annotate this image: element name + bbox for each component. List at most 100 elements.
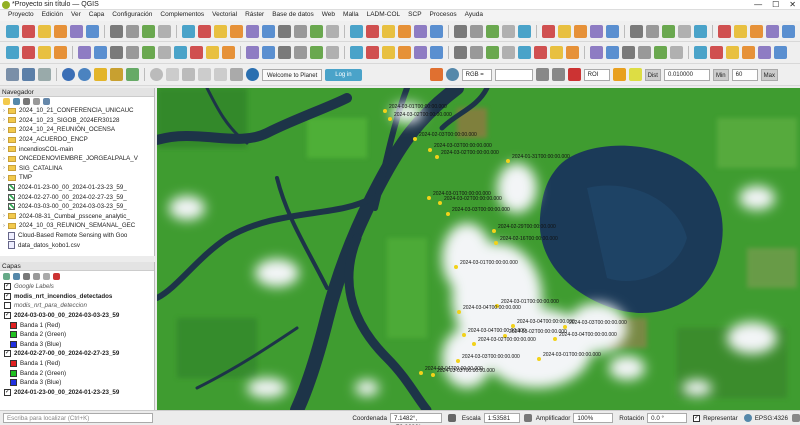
main-tool-34-icon[interactable]: [574, 24, 587, 38]
layer-visibility-checkbox[interactable]: [4, 302, 11, 310]
main-tool-31-icon[interactable]: [518, 24, 531, 38]
fire-detection-point[interactable]: [428, 148, 432, 152]
edit-tool-17-icon[interactable]: [278, 46, 291, 59]
expand-arrow-icon[interactable]: ›: [0, 165, 8, 171]
main-tool-30-icon[interactable]: [502, 24, 515, 38]
fire-detection-point[interactable]: [553, 337, 557, 341]
menu-complementos[interactable]: Complementos: [156, 10, 208, 21]
zoom-icon[interactable]: [150, 68, 163, 81]
menu-malla[interactable]: Malla: [339, 10, 363, 21]
cube-plus-icon[interactable]: [110, 68, 123, 81]
menu-vectorial[interactable]: Vectorial: [208, 10, 241, 21]
crs-icon[interactable]: [743, 414, 752, 422]
cube-icon[interactable]: [94, 68, 107, 81]
main-tool-22-icon[interactable]: [366, 24, 379, 38]
layer-item[interactable]: ✓ Google Labels: [0, 282, 153, 292]
menu-procesos[interactable]: Procesos: [426, 10, 461, 21]
main-tool-25-icon[interactable]: [414, 24, 427, 38]
fire-detection-point[interactable]: [472, 342, 476, 346]
filter-icon[interactable]: [23, 98, 30, 105]
main-tool-2-icon[interactable]: [22, 24, 35, 38]
menu-web[interactable]: Web: [318, 10, 339, 21]
menu-ver[interactable]: Ver: [67, 10, 85, 21]
remove-layer-icon[interactable]: [53, 272, 60, 280]
planet-settings-icon[interactable]: [230, 68, 243, 81]
scp-tools-icon[interactable]: [38, 68, 51, 81]
layer-band-item[interactable]: Banda 2 (Green): [0, 368, 153, 378]
magnifier-input[interactable]: 100%: [573, 413, 614, 423]
menu-proyecto[interactable]: Proyecto: [4, 10, 38, 21]
roi-combo[interactable]: ROI: [583, 68, 610, 81]
main-tool-42-icon[interactable]: [718, 24, 731, 38]
main-tool-9-icon[interactable]: [142, 24, 155, 38]
edit-tool-3-icon[interactable]: [38, 46, 51, 59]
edit-tool-33-icon[interactable]: [550, 46, 563, 59]
fire-detection-point[interactable]: [454, 265, 458, 269]
edit-tool-14-icon[interactable]: [222, 46, 235, 59]
minimize-button[interactable]: —: [754, 0, 762, 9]
edit-tool-8-icon[interactable]: [126, 46, 139, 59]
fire-detection-point[interactable]: [446, 212, 450, 216]
coordinate-input[interactable]: 7.1482°, -73.8686°: [390, 413, 442, 425]
main-tool-5-icon[interactable]: [70, 24, 83, 38]
main-tool-44-icon[interactable]: [750, 24, 763, 38]
main-tool-11-icon[interactable]: [182, 24, 195, 38]
add-group-icon[interactable]: [13, 272, 20, 280]
main-tool-7-icon[interactable]: [110, 24, 123, 38]
expand-arrow-icon[interactable]: ›: [0, 127, 8, 133]
edit-tool-9-icon[interactable]: [142, 46, 155, 59]
edit-tool-45-icon[interactable]: [758, 46, 771, 59]
expand-arrow-icon[interactable]: ›: [0, 137, 8, 143]
edit-tool-35-icon[interactable]: [590, 46, 603, 59]
edit-tool-24-icon[interactable]: [398, 46, 411, 59]
fire-detection-point[interactable]: [563, 325, 567, 329]
main-tool-46-icon[interactable]: [782, 24, 795, 38]
fire-detection-point[interactable]: [494, 241, 498, 245]
roi-add-icon[interactable]: [612, 68, 626, 81]
edit-tool-26-icon[interactable]: [430, 46, 443, 59]
fire-detection-point[interactable]: [383, 109, 387, 113]
map-canvas[interactable]: 2024-03-01T00:00:00.000 2024-03-02T00:00:…: [157, 88, 800, 410]
maximize-button[interactable]: ☐: [772, 0, 779, 9]
fire-detection-point[interactable]: [492, 229, 496, 233]
edit-tool-41-icon[interactable]: [694, 46, 707, 59]
layer-band-item[interactable]: Banda 3 (Blue): [0, 340, 153, 350]
main-tool-1-icon[interactable]: [6, 24, 19, 38]
menu-edici-n[interactable]: Edición: [38, 10, 67, 21]
expand-arrow-icon[interactable]: ›: [0, 146, 8, 152]
edit-tool-22-icon[interactable]: [366, 46, 379, 59]
planet-login-button[interactable]: Log in: [325, 68, 362, 81]
edit-tool-25-icon[interactable]: [414, 46, 427, 59]
expand-arrow-icon[interactable]: ›: [0, 108, 8, 114]
edit-tool-36-icon[interactable]: [606, 46, 619, 59]
fire-detection-point[interactable]: [388, 117, 392, 121]
cloud-icon[interactable]: [62, 68, 75, 81]
main-tool-15-icon[interactable]: [246, 24, 259, 38]
edit-tool-13-icon[interactable]: [206, 46, 219, 59]
menu-ayuda[interactable]: Ayuda: [461, 10, 487, 21]
edit-tool-30-icon[interactable]: [502, 46, 515, 59]
band-left-icon[interactable]: [535, 68, 549, 81]
scale-input[interactable]: 1:53581: [483, 413, 520, 423]
main-tool-21-icon[interactable]: [350, 24, 363, 38]
main-tool-18-icon[interactable]: [294, 24, 307, 38]
main-tool-24-icon[interactable]: [398, 24, 411, 38]
edit-tool-2-icon[interactable]: [22, 46, 35, 59]
main-tool-6-icon[interactable]: [86, 24, 99, 38]
navigator-item[interactable]: › 2024-08-31_Cumbal_psscene_analytic_: [0, 212, 153, 222]
layer-band-item[interactable]: Banda 1 (Red): [0, 320, 153, 330]
layer-band-item[interactable]: Banda 1 (Red): [0, 359, 153, 369]
fire-detection-point[interactable]: [435, 155, 439, 159]
navigator-item[interactable]: › 2024_10_21_CONFERENCIA_UNICAUC: [0, 106, 153, 116]
edit-tool-39-icon[interactable]: [654, 46, 667, 59]
crs-label[interactable]: EPSG:4326: [755, 415, 788, 422]
edit-tool-7-icon[interactable]: [110, 46, 123, 59]
layer-band-item[interactable]: Banda 3 (Blue): [0, 378, 153, 388]
main-tool-38-icon[interactable]: [646, 24, 659, 38]
edit-tool-20-icon[interactable]: [326, 46, 339, 59]
main-tool-43-icon[interactable]: [734, 24, 747, 38]
rgb-combo[interactable]: RGB =: [461, 68, 492, 81]
lock-scale-icon[interactable]: [523, 414, 532, 422]
layer-item[interactable]: ✓ 2024-01-23-00_00_2024-01-23-23_59: [0, 388, 153, 398]
render-checkbox[interactable]: ✓: [693, 414, 701, 422]
